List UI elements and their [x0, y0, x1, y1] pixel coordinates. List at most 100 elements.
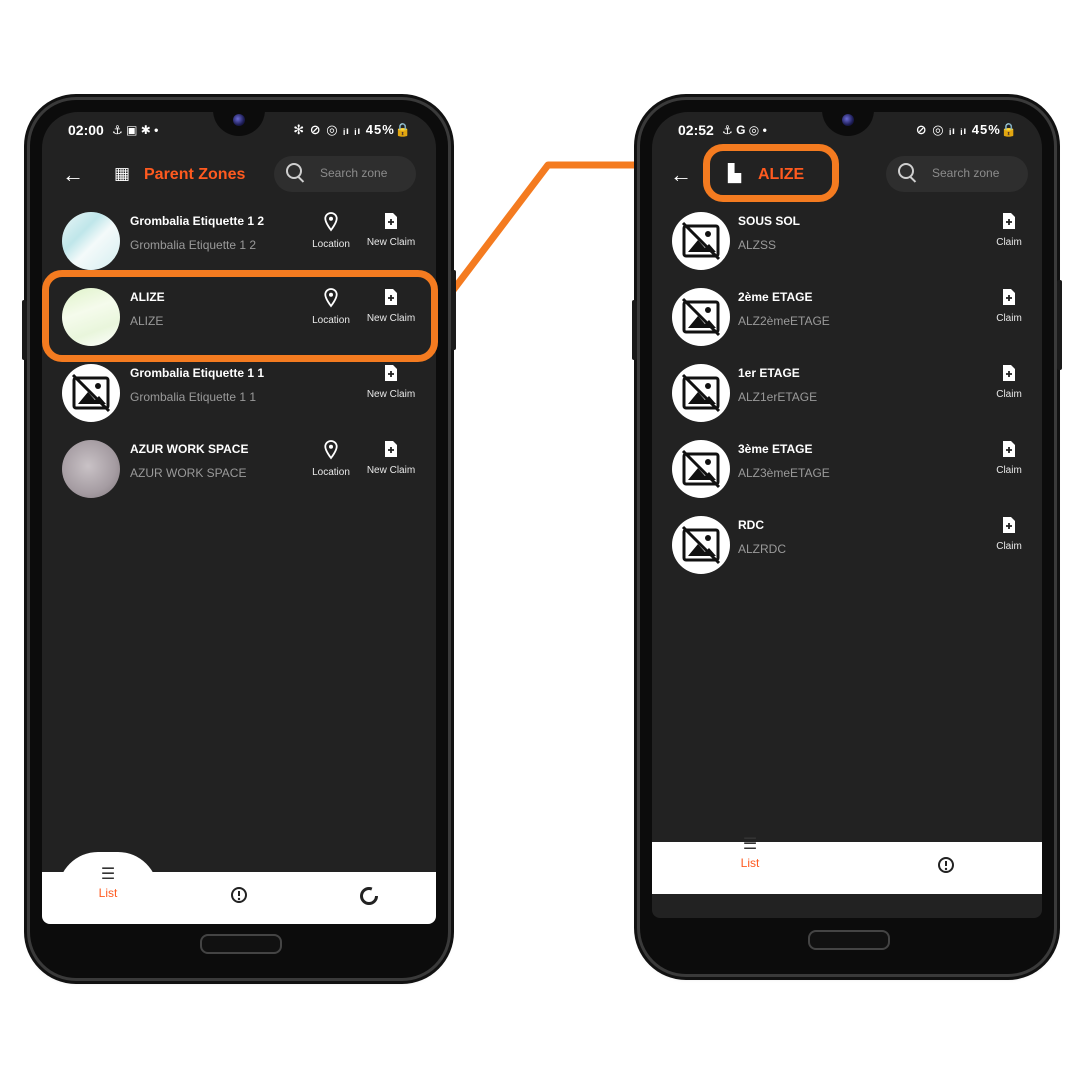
- bottom-nav: ☰ List: [652, 836, 1042, 894]
- status-bar: 02:52 ⚓ G ◎ • ⊘ ◎ ᵢₗ ᵢₗ 45%🔒: [652, 120, 1042, 142]
- zone-thumbnail: [672, 440, 730, 498]
- add-document-icon: [1003, 289, 1015, 305]
- list-item[interactable]: 3ème ETAGE ALZ3èmeETAGE Claim: [652, 430, 1042, 506]
- claim-label: Claim: [996, 313, 1022, 324]
- new-claim-button[interactable]: New Claim: [361, 440, 421, 476]
- zone-thumbnail: [672, 212, 730, 270]
- list-item[interactable]: Grombalia Etiquette 1 2 Grombalia Etique…: [42, 202, 436, 278]
- list-icon: ☰: [100, 866, 116, 883]
- zone-thumbnail: [672, 288, 730, 346]
- zone-subtitle: ALZSS: [738, 238, 777, 252]
- location-label: Location: [312, 239, 350, 250]
- list-item[interactable]: 1er ETAGE ALZ1erETAGE Claim: [652, 354, 1042, 430]
- no-image-icon: [681, 221, 721, 261]
- claim-label: Claim: [996, 237, 1022, 248]
- back-arrow-icon[interactable]: ←: [62, 162, 84, 188]
- search-input[interactable]: Search zone: [886, 156, 1028, 192]
- status-time: 02:00: [68, 122, 104, 138]
- add-document-icon: [385, 441, 397, 457]
- zone-title: 3ème ETAGE: [738, 442, 813, 456]
- zone-subtitle: ALZ1erETAGE: [738, 390, 818, 404]
- zone-thumbnail: [672, 516, 730, 574]
- no-image-icon: [71, 373, 111, 413]
- location-pin-icon: [324, 212, 338, 232]
- status-icons-right: ✻ ⊘ ◎ ᵢₗ ᵢₗ 45%🔒: [293, 122, 412, 137]
- claim-label: Claim: [996, 389, 1022, 400]
- left-screen: 02:00 ⚓ ▣ ✱ • ✻ ⊘ ◎ ᵢₗ ᵢₗ 45%🔒 ← ▦ Paren…: [42, 112, 436, 924]
- search-placeholder: Search zone: [932, 166, 1000, 180]
- add-document-icon: [385, 365, 397, 381]
- list-item[interactable]: Grombalia Etiquette 1 1 Grombalia Etique…: [42, 354, 436, 430]
- nav-alert-tab[interactable]: [228, 886, 250, 909]
- claim-label: Claim: [996, 541, 1022, 552]
- app-bar: ← ▦ Parent Zones Search zone: [42, 154, 436, 198]
- zone-title: RDC: [738, 518, 764, 532]
- status-icons-right: ⊘ ◎ ᵢₗ ᵢₗ 45%🔒: [915, 122, 1018, 137]
- claim-button[interactable]: Claim: [982, 288, 1036, 324]
- add-document-icon: [1003, 517, 1015, 533]
- no-image-icon: [681, 373, 721, 413]
- list-item[interactable]: AZUR WORK SPACE AZUR WORK SPACE Location…: [42, 430, 436, 506]
- nav-alert-tab[interactable]: [935, 856, 957, 879]
- list-item[interactable]: 2ème ETAGE ALZ2èmeETAGE Claim: [652, 278, 1042, 354]
- zone-title: SOUS SOL: [738, 214, 801, 228]
- location-button[interactable]: Location: [301, 440, 361, 478]
- search-icon: [286, 163, 302, 179]
- nav-list-label: List: [98, 886, 118, 900]
- home-button[interactable]: [808, 930, 890, 950]
- new-claim-label: New Claim: [366, 389, 416, 400]
- status-icons-left: ⚓ G ◎ •: [722, 123, 767, 137]
- claim-button[interactable]: Claim: [982, 440, 1036, 476]
- list-item[interactable]: SOUS SOL ALZSS Claim: [652, 202, 1042, 278]
- zone-thumbnail: [62, 364, 120, 422]
- location-button[interactable]: Location: [301, 212, 361, 250]
- left-phone: 02:00 ⚓ ▣ ✱ • ✻ ⊘ ◎ ᵢₗ ᵢₗ 45%🔒 ← ▦ Paren…: [22, 100, 456, 978]
- nav-list-tab[interactable]: ☰ List: [86, 864, 130, 900]
- list-item[interactable]: RDC ALZRDC Claim: [652, 506, 1042, 582]
- nav-progress-tab[interactable]: [358, 886, 380, 911]
- highlight-frame-alize-title: [703, 144, 839, 202]
- location-label: Location: [312, 467, 350, 478]
- zone-thumbnail: [672, 364, 730, 422]
- claim-button[interactable]: Claim: [982, 212, 1036, 248]
- new-claim-label: New Claim: [366, 237, 416, 248]
- claim-label: Claim: [996, 465, 1022, 476]
- search-placeholder: Search zone: [320, 166, 388, 180]
- zone-subtitle: ALZ3èmeETAGE: [738, 466, 830, 480]
- nav-list-tab[interactable]: ☰ List: [728, 834, 772, 870]
- home-button[interactable]: [200, 934, 282, 954]
- zone-title: Grombalia Etiquette 1 1: [130, 366, 265, 380]
- add-document-icon: [1003, 365, 1015, 381]
- no-image-icon: [681, 297, 721, 337]
- zone-subtitle: Grombalia Etiquette 1 2: [130, 238, 257, 252]
- search-input[interactable]: Search zone: [274, 156, 416, 192]
- new-claim-label: New Claim: [366, 465, 416, 476]
- search-icon: [898, 163, 914, 179]
- progress-ring-icon: [360, 887, 378, 905]
- no-image-icon: [681, 525, 721, 565]
- new-claim-button[interactable]: New Claim: [361, 364, 421, 400]
- alert-circle-icon: [938, 857, 954, 873]
- list-icon: ☰: [742, 836, 758, 853]
- status-bar: 02:00 ⚓ ▣ ✱ • ✻ ⊘ ◎ ᵢₗ ᵢₗ 45%🔒: [42, 120, 436, 142]
- claim-button[interactable]: Claim: [982, 364, 1036, 400]
- alert-circle-icon: [231, 887, 247, 903]
- location-pin-icon: [324, 440, 338, 460]
- claim-button[interactable]: Claim: [982, 516, 1036, 552]
- right-screen: 02:52 ⚓ G ◎ • ⊘ ◎ ᵢₗ ᵢₗ 45%🔒 ← ▙ ALIZE S…: [652, 112, 1042, 918]
- back-arrow-icon[interactable]: ←: [670, 162, 692, 188]
- building-icon: ▦: [114, 164, 131, 183]
- zone-thumbnail: [62, 440, 120, 498]
- add-document-icon: [385, 213, 397, 229]
- zone-subtitle: ALZRDC: [738, 542, 787, 556]
- zone-thumbnail: [62, 212, 120, 270]
- bottom-nav: ☰ List: [42, 866, 436, 924]
- new-claim-button[interactable]: New Claim: [361, 212, 421, 248]
- zone-subtitle: ALZ2èmeETAGE: [738, 314, 830, 328]
- zone-title: Grombalia Etiquette 1 2: [130, 214, 265, 228]
- no-image-icon: [681, 449, 721, 489]
- status-time: 02:52: [678, 122, 714, 138]
- zone-subtitle: AZUR WORK SPACE: [130, 466, 247, 480]
- zone-title: AZUR WORK SPACE: [130, 442, 249, 456]
- page-title: Parent Zones: [144, 166, 246, 183]
